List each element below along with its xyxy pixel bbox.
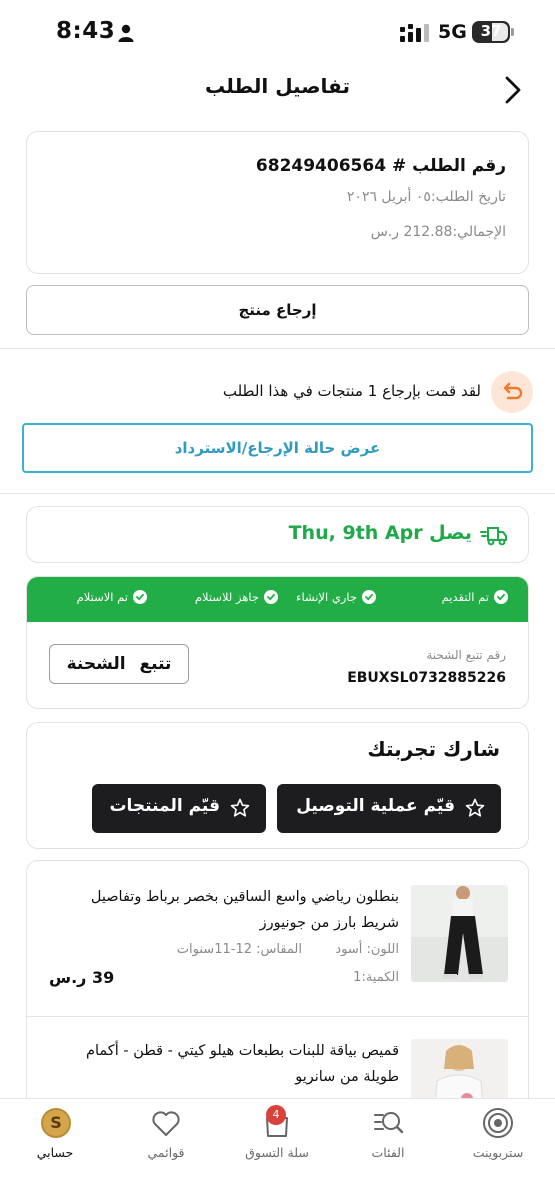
product-quantity: الكمية:1 bbox=[353, 970, 399, 985]
share-experience-card: شارك تجربتك قيّم عملية التوصيل قيّم المن… bbox=[26, 722, 529, 849]
target-icon bbox=[483, 1108, 513, 1138]
page-title: تفاصيل الطلب bbox=[205, 74, 350, 98]
return-product-button[interactable]: إرجاع منتج bbox=[26, 285, 529, 335]
returns-section: لقد قمت بإرجاع 1 منتجات في هذا الطلب عرض… bbox=[0, 348, 555, 494]
order-number: رقم الطلب # 68249406564 bbox=[255, 156, 506, 176]
share-title: شارك تجربتك bbox=[367, 737, 500, 761]
categories-search-icon bbox=[374, 1112, 404, 1134]
product-color: اللون: أسود bbox=[335, 942, 399, 957]
order-total: الإجمالي:212.88 ر.س bbox=[370, 224, 506, 240]
network-type: 5G bbox=[438, 21, 467, 43]
product-image[interactable] bbox=[411, 885, 508, 982]
step-processing: جاري الإنشاء bbox=[296, 590, 376, 604]
nav-label: ستربوينت bbox=[472, 1145, 524, 1160]
rate-products-button[interactable]: قيّم المنتجات bbox=[92, 784, 266, 833]
battery-icon: 37 bbox=[472, 21, 510, 43]
order-summary-card: رقم الطلب # 68249406564 تاريخ الطلب:٠٥ أ… bbox=[26, 131, 529, 274]
nav-item-wishlist[interactable]: قوائمي bbox=[111, 1103, 221, 1173]
check-icon bbox=[494, 590, 508, 604]
product-price: 39 ر.س bbox=[49, 968, 115, 987]
star-icon bbox=[230, 798, 250, 817]
delivery-date: يصل Thu, 9th Apr bbox=[288, 522, 472, 544]
coin-icon: S bbox=[41, 1108, 71, 1138]
bottom-navigation: ستربوينت الفئات 4 سلة التسوق قوائمي S حس… bbox=[0, 1098, 555, 1200]
check-icon bbox=[362, 590, 376, 604]
star-icon bbox=[465, 798, 485, 817]
return-message: لقد قمت بإرجاع 1 منتجات في هذا الطلب bbox=[222, 382, 481, 400]
signal-icon bbox=[400, 24, 429, 42]
person-icon bbox=[118, 24, 134, 42]
nav-label: الفئات bbox=[371, 1145, 405, 1160]
status-bar: 8:43 5G 37 bbox=[0, 0, 555, 62]
step-received: تم الاستلام bbox=[77, 590, 147, 604]
nav-item-categories[interactable]: الفئات bbox=[333, 1103, 443, 1173]
rate-delivery-label: قيّم عملية التوصيل bbox=[296, 796, 455, 816]
step-ready: جاهز للاستلام bbox=[195, 590, 278, 604]
shipment-tracking-card: تم التقديم جاري الإنشاء جاهز للاستلام تم… bbox=[26, 576, 529, 709]
shipment-progress-bar: تم التقديم جاري الإنشاء جاهز للاستلام تم… bbox=[27, 577, 528, 622]
delivery-estimate-card: يصل Thu, 9th Apr bbox=[26, 506, 529, 563]
step-submitted: تم التقديم bbox=[442, 590, 508, 604]
refund-status-button[interactable]: عرض حالة الإرجاع/الاسترداد bbox=[22, 423, 533, 473]
rate-delivery-button[interactable]: قيّم عملية التوصيل bbox=[277, 784, 501, 833]
nav-item-account[interactable]: S حسابي bbox=[0, 1103, 110, 1173]
back-chevron-icon[interactable] bbox=[498, 72, 528, 108]
rate-products-label: قيّم المنتجات bbox=[109, 796, 220, 816]
product-name[interactable]: بنطلون رياضي واسع الساقين بخصر برباط وتف… bbox=[59, 884, 399, 936]
tracking-number: EBUXSL0732885226 bbox=[347, 670, 506, 686]
heart-icon bbox=[152, 1111, 180, 1136]
tracking-number-label: رقم تتبع الشحنة bbox=[426, 648, 506, 662]
product-name[interactable]: قميص بياقة للبنات بطبعات هيلو كيتي - قطن… bbox=[59, 1038, 399, 1090]
product-size: المقاس: 12-11سنوات bbox=[176, 942, 302, 957]
nav-item-stripoint[interactable]: ستربوينت bbox=[443, 1103, 553, 1173]
nav-label: قوائمي bbox=[147, 1145, 185, 1160]
product-item[interactable]: بنطلون رياضي واسع الساقين بخصر برباط وتف… bbox=[27, 861, 528, 1016]
nav-label: سلة التسوق bbox=[245, 1145, 309, 1160]
track-shipment-button[interactable]: تتبع الشحنة bbox=[49, 644, 189, 684]
products-card: بنطلون رياضي واسع الساقين بخصر برباط وتف… bbox=[26, 860, 529, 1120]
nav-label: حسابي bbox=[36, 1145, 74, 1160]
status-time: 8:43 bbox=[56, 18, 116, 44]
battery-nub bbox=[511, 28, 514, 36]
order-date: تاريخ الطلب:٠٥ أبريل ٢٠٢٦ bbox=[346, 189, 506, 205]
battery-level: 37 bbox=[480, 22, 502, 40]
cart-count-badge: 4 bbox=[266, 1105, 286, 1125]
check-icon bbox=[264, 590, 278, 604]
delivery-truck-icon bbox=[480, 527, 507, 546]
nav-item-cart[interactable]: 4 سلة التسوق bbox=[222, 1103, 332, 1173]
check-icon bbox=[133, 590, 147, 604]
return-arrow-icon bbox=[491, 371, 533, 413]
